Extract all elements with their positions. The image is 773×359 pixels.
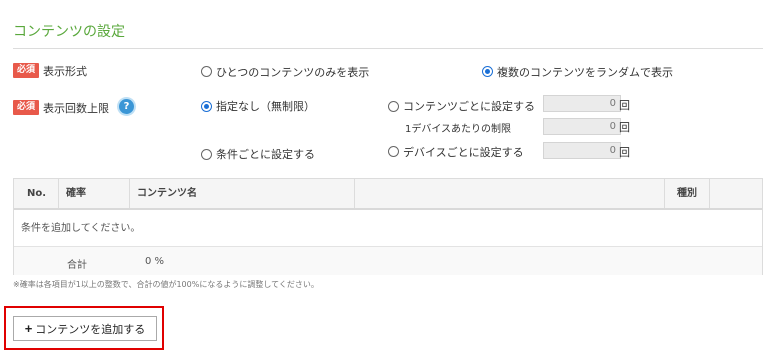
column-divider	[58, 179, 59, 208]
probability-note: ※確率は各項目が1以上の整数で、合計の値が100%になるように調整してください。	[13, 280, 319, 289]
table-header: No. 確率 コンテンツ名 種別	[14, 179, 762, 210]
radio-multiple-random[interactable]	[482, 66, 493, 77]
per-device-sub-label: 1デバイスあたりの制限	[405, 124, 512, 135]
header-rate: 確率	[66, 188, 86, 199]
column-divider	[129, 179, 130, 208]
display-limit-label: 表示回数上限	[43, 102, 109, 115]
header-type: 種別	[677, 188, 697, 199]
radio-single-content-label[interactable]: ひとつのコンテンツのみを表示	[216, 64, 369, 80]
radio-no-limit-label[interactable]: 指定なし（無制限）	[216, 98, 315, 114]
total-value: 0 %	[145, 256, 165, 267]
per-device-unit: 回	[619, 146, 630, 159]
header-content-name: コンテンツ名	[137, 188, 197, 199]
section-title: コンテンツの設定	[13, 24, 125, 40]
table-total-row: 合計 0 %	[14, 247, 762, 275]
table-empty-row: 条件を追加してください。	[14, 210, 762, 247]
total-label: 合計	[67, 260, 87, 271]
title-divider	[13, 48, 763, 49]
plus-icon: +	[24, 321, 33, 336]
radio-per-condition-label[interactable]: 条件ごとに設定する	[216, 146, 315, 162]
per-content-unit: 回	[619, 99, 630, 112]
column-divider	[664, 179, 665, 208]
radio-per-device[interactable]	[388, 146, 399, 157]
per-content-limit-input[interactable]: 0	[543, 95, 621, 112]
per-device-sub-unit: 回	[619, 121, 630, 134]
add-content-button[interactable]: + コンテンツを追加する	[13, 316, 157, 341]
empty-message: 条件を追加してください。	[21, 223, 141, 234]
per-device-sub-limit-input[interactable]: 0	[543, 118, 621, 135]
radio-per-device-label[interactable]: デバイスごとに設定する	[403, 144, 524, 160]
radio-no-limit[interactable]	[201, 101, 212, 112]
add-content-button-label: コンテンツを追加する	[35, 323, 146, 336]
radio-multiple-random-label[interactable]: 複数のコンテンツをランダムで表示	[497, 64, 673, 80]
header-no: No.	[27, 188, 47, 199]
column-divider	[354, 179, 355, 208]
required-badge: 必須	[13, 100, 39, 115]
radio-per-content-label[interactable]: コンテンツごとに設定する	[403, 98, 535, 114]
radio-per-content[interactable]	[388, 101, 399, 112]
required-badge: 必須	[13, 63, 39, 78]
content-table: No. 確率 コンテンツ名 種別 条件を追加してください。 合計 0 %	[13, 178, 763, 275]
radio-single-content[interactable]	[201, 66, 212, 77]
display-format-label: 表示形式	[43, 65, 87, 78]
help-icon[interactable]: ?	[119, 99, 134, 114]
column-divider	[709, 179, 710, 208]
per-device-limit-input[interactable]: 0	[543, 142, 621, 159]
radio-per-condition[interactable]	[201, 149, 212, 160]
